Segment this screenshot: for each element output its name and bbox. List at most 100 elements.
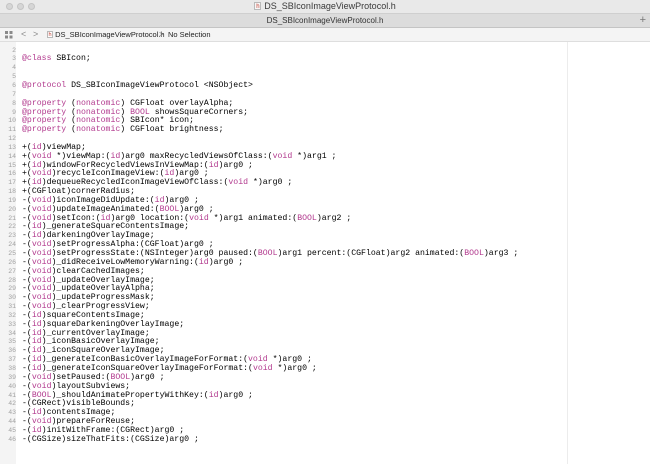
line-number: 12	[8, 135, 16, 143]
code-text: -(	[22, 355, 32, 365]
code-text: -(	[22, 266, 32, 276]
new-tab-plus-icon[interactable]: +	[640, 14, 646, 27]
line-number: 21	[8, 214, 16, 222]
line-number: 9	[12, 108, 16, 116]
line-number: 3	[12, 55, 16, 63]
code-keyword: void	[31, 151, 52, 161]
code-keyword: void	[31, 257, 52, 267]
code-keyword: nonatomic	[76, 125, 121, 135]
code-keyword: void	[31, 249, 52, 258]
back-chevron-icon[interactable]: <	[21, 28, 26, 41]
code-keyword: void	[31, 381, 52, 391]
line-number: 22	[8, 223, 16, 231]
code-keyword: void	[31, 266, 52, 276]
line-number: 34	[8, 329, 16, 337]
code-keyword: @protocol	[22, 80, 67, 90]
code-text: (	[66, 98, 77, 108]
code-line: 2	[12, 47, 650, 56]
code-keyword: void	[31, 204, 52, 214]
header-file-icon	[254, 1, 262, 14]
code-text: -(CGRect)visibleBounds;	[22, 399, 136, 409]
code-keyword: void	[31, 372, 52, 382]
code-keyword: void	[189, 213, 209, 223]
line-number: 30	[8, 294, 16, 302]
code-keyword: BOOL	[110, 372, 131, 382]
code-keyword: id	[31, 319, 42, 329]
code-text: )arg0 ;	[218, 160, 253, 170]
jump-bar-file-item[interactable]: DS_SBIconImageViewProtocol.h	[47, 28, 165, 42]
code-text-area[interactable]: 2 3 @class SBIcon; 4 5 6 @protocol DS_SBIconIm…	[8, 47, 650, 445]
code-keyword: id	[31, 142, 42, 152]
code-keyword: @class	[22, 54, 52, 64]
code-text: )arg3 ;	[483, 249, 519, 258]
tab-active-file[interactable]: DS_SBIconImageViewProtocol.h	[0, 14, 650, 27]
code-keyword: id	[31, 310, 42, 320]
code-text: (	[66, 125, 77, 135]
line-number: 25	[8, 250, 16, 257]
line-number: 16	[8, 170, 16, 178]
code-line: 46 -(CGSize)sizeThatFits:(CGSize)arg0 ;	[8, 435, 650, 445]
code-keyword: void	[31, 302, 52, 312]
jump-bar-header-file-icon	[47, 29, 53, 42]
code-keyword: @property	[22, 98, 67, 108]
code-keyword: id	[31, 408, 42, 418]
code-text: *)arg1 animated:(	[208, 213, 298, 223]
code-text: +(	[22, 142, 32, 152]
line-number: 10	[8, 117, 16, 125]
code-text: )setProgressState:(NSInteger)arg0 paused…	[51, 249, 258, 258]
related-items-grid-icon[interactable]	[5, 28, 13, 43]
code-keyword: id	[198, 257, 209, 267]
code-text: *)arg0 ;	[272, 363, 317, 373]
code-text: )arg0 ;	[208, 257, 244, 267]
line-number: 13	[8, 143, 16, 151]
code-line: 3 @class SBIcon;	[12, 54, 650, 64]
code-text: )darkeningOverlayImage;	[41, 231, 155, 241]
code-text: )arg0 ;	[164, 195, 199, 205]
code-text: -(	[22, 204, 32, 214]
line-number: 35	[8, 338, 16, 346]
code-text: )squareDarkeningOverlayImage;	[41, 319, 185, 329]
code-keyword: void	[31, 293, 52, 303]
code-line: 6 @protocol DS_SBIconImageViewProtocol <N…	[12, 80, 650, 91]
code-keyword: void	[31, 417, 52, 427]
code-text: DS_SBIconImageViewProtocol <NSObject>	[66, 80, 253, 90]
code-text: -(	[22, 417, 32, 427]
code-text: *)arg0 ;	[267, 355, 312, 365]
line-number: 32	[8, 311, 16, 319]
code-keyword: id	[31, 355, 42, 365]
code-text: -(	[22, 195, 32, 205]
code-keyword: id	[31, 425, 42, 435]
jump-bar-selection[interactable]: No Selection	[168, 28, 211, 41]
source-editor[interactable]: 2 3 @class SBIcon; 4 5 6 @protocol DS_SBIconIm…	[0, 42, 650, 464]
code-text: -(	[22, 408, 32, 418]
code-text: )arg0 ;	[218, 390, 253, 400]
code-text: +(	[22, 151, 32, 161]
code-text: -(	[22, 363, 32, 373]
code-text: -(	[22, 319, 32, 329]
code-text: )dequeueRecycledIconImageViewOfClass:(	[41, 178, 229, 188]
window-title: DS_SBIconImageViewProtocol.h	[0, 0, 650, 14]
code-text: ) CGFloat overlayAlpha;	[120, 98, 234, 108]
title-bar: DS_SBIconImageViewProtocol.h	[0, 0, 650, 14]
code-line: 4	[12, 64, 650, 73]
code-text: SBIcon;	[51, 54, 91, 64]
code-keyword: void	[272, 151, 293, 161]
line-number: 8	[12, 99, 16, 107]
code-text: )arg0 ;	[130, 372, 165, 382]
code-line: 42 -(CGRect)visibleBounds;	[8, 399, 650, 409]
code-text: ) SBIcon* icon;	[120, 116, 194, 126]
code-text: )arg0 maxRecycledViewsOfClass:(	[120, 151, 273, 161]
line-number: 23	[8, 232, 16, 240]
code-text: )_generateIconBasicOverlayImageForFormat…	[41, 355, 249, 365]
line-number: 4	[12, 64, 16, 72]
jump-bar-separator-chevron-icon: >	[159, 30, 164, 39]
code-keyword: nonatomic	[76, 116, 121, 126]
code-text: )arg0 ;	[179, 204, 214, 214]
forward-chevron-icon[interactable]: >	[33, 28, 38, 41]
line-number: 31	[8, 303, 16, 311]
window-title-text: DS_SBIconImageViewProtocol.h	[264, 1, 396, 11]
code-text: )_generateIconSquareOverlayImageForForma…	[41, 363, 253, 373]
code-text: *)arg0 ;	[248, 178, 293, 188]
line-number: 6	[12, 81, 16, 89]
code-text: )iconImageDidUpdate:(	[51, 195, 155, 205]
